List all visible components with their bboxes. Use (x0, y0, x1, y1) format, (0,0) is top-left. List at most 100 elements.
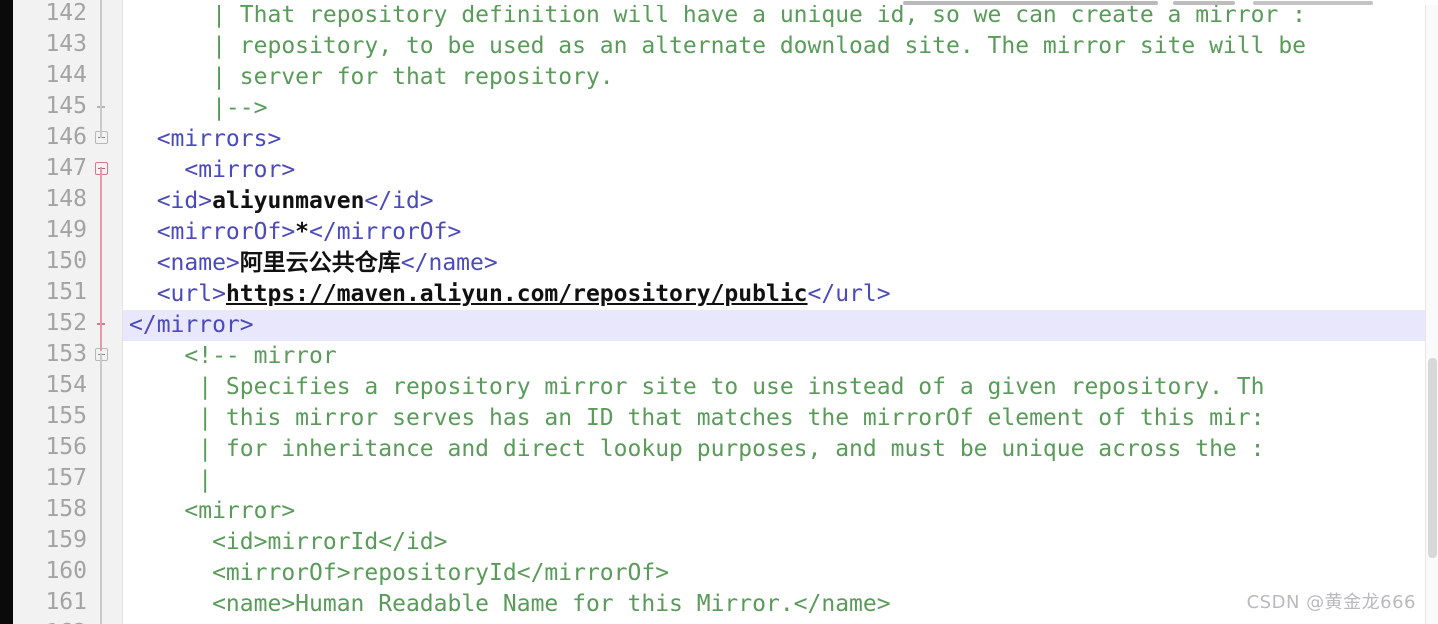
code-line-text[interactable]: | this mirror serves has an ID that matc… (123, 403, 1438, 434)
line-number: 145 (45, 93, 87, 119)
code-line-text[interactable]: | for inheritance and direct lookup purp… (123, 434, 1438, 465)
code-token-tag: <mirrorOf> (129, 219, 296, 245)
code-token-tag: <url> (129, 281, 226, 307)
code-folding-rail[interactable] (93, 0, 109, 624)
code-token-cmt: <mirror> (129, 498, 296, 524)
code-line-text[interactable]: |--> (123, 93, 1438, 124)
code-line[interactable]: <mirror> (123, 496, 1438, 527)
line-number: 150 (45, 248, 87, 274)
fold-region-guide (100, 353, 102, 624)
code-line[interactable]: <mirrorOf>*</mirrorOf> (123, 217, 1438, 248)
code-line[interactable]: | server for that repository. (123, 62, 1438, 93)
code-line[interactable]: <name>Human Readable Name for this Mirro… (123, 589, 1438, 620)
code-token-tag: <id> (129, 188, 213, 214)
code-token-cmt: <name>Human Readable Name for this Mirro… (129, 591, 891, 617)
code-line[interactable]: <url>https://maven.aliyun.com/repository… (123, 279, 1438, 310)
code-line[interactable]: | this mirror serves has an ID that matc… (123, 403, 1438, 434)
code-token-val: * (295, 219, 310, 245)
code-token-cmt: | this mirror serves has an ID that matc… (129, 405, 1265, 431)
code-line[interactable]: <mirrorOf>repositoryId</mirrorOf> (123, 558, 1438, 589)
code-token-cmt: | repository, to be used as an alternate… (129, 33, 1307, 59)
code-line-text[interactable]: <id>aliyunmaven</id> (123, 186, 1438, 217)
code-line-text[interactable]: <name>阿里云公共仓库</name> (123, 248, 1438, 279)
code-line-text[interactable]: <!-- mirror (123, 341, 1438, 372)
code-line-text[interactable]: <id>mirrorId</id> (123, 527, 1438, 558)
code-line[interactable]: | Specifies a repository mirror site to … (123, 372, 1438, 403)
code-line[interactable]: | for inheritance and direct lookup purp… (123, 434, 1438, 465)
line-number: 151 (45, 279, 87, 305)
line-number: 160 (45, 558, 87, 584)
line-number: 146 (45, 124, 87, 150)
fold-region-guide-active (100, 167, 102, 351)
code-line[interactable]: <!-- mirror (123, 341, 1438, 372)
line-number: 158 (45, 496, 87, 522)
code-line[interactable]: <id>mirrorId</id> (123, 527, 1438, 558)
line-number: 159 (45, 527, 87, 553)
line-number: 148 (45, 186, 87, 212)
code-line-text[interactable]: <name>Human Readable Name for this Mirro… (123, 589, 1438, 620)
code-line-text[interactable]: | (123, 465, 1438, 496)
horizontal-scrollbar[interactable] (123, 0, 1438, 5)
code-token-cmt: |--> (129, 95, 268, 121)
code-token-tag: </mirrorOf> (309, 219, 462, 245)
code-line-text[interactable]: | server for that repository. (123, 62, 1438, 93)
code-line-text[interactable]: | repository, to be used as an alternate… (123, 31, 1438, 62)
code-line-text[interactable]: <url>http://my.repository.com/repo/path<… (123, 620, 1438, 624)
horizontal-scrollbar-thumb[interactable] (903, 1, 1158, 5)
vertical-scrollbar[interactable] (1425, 0, 1438, 624)
code-line-text[interactable]: <mirrorOf>repositoryId</mirrorOf> (123, 558, 1438, 589)
code-token-cmt: | for inheritance and direct lookup purp… (129, 436, 1265, 462)
code-token-tag: </url> (807, 281, 891, 307)
editor-left-edge-strip (0, 0, 13, 624)
line-number: 156 (45, 434, 87, 460)
code-line[interactable]: <url>http://my.repository.com/repo/path<… (123, 620, 1438, 624)
line-number: 144 (45, 62, 87, 88)
line-number: 152 (45, 310, 87, 336)
code-line[interactable]: </mirror> (0, 310, 1438, 341)
code-line[interactable]: <mirror> (123, 155, 1438, 186)
horizontal-scrollbar-segment-2[interactable] (1173, 1, 1235, 5)
code-token-cmt: | Specifies a repository mirror site to … (129, 374, 1265, 400)
line-number: 142 (45, 0, 87, 26)
code-token-tag: <mirrors> (129, 126, 282, 152)
code-token-cjk: 阿里云公共仓库 (239, 250, 401, 276)
code-token-tag: </id> (364, 188, 434, 214)
csdn-watermark: CSDN @黄金龙666 (1246, 592, 1416, 613)
line-number: 162 (13, 618, 87, 624)
line-number: 161 (45, 589, 87, 615)
code-line-text[interactable]: </mirror> (123, 310, 1438, 341)
code-line[interactable]: | (123, 465, 1438, 496)
code-token-cmt: | (129, 467, 213, 493)
code-line-text[interactable]: <mirror> (123, 496, 1438, 527)
line-number: 155 (45, 403, 87, 429)
code-line[interactable]: |--> (123, 93, 1438, 124)
code-token-cmt: <mirrorOf>repositoryId</mirrorOf> (129, 560, 670, 586)
horizontal-scrollbar-segment-3[interactable] (1253, 1, 1373, 5)
fold-region-guide (100, 0, 102, 138)
vertical-scrollbar-thumb[interactable] (1428, 358, 1437, 558)
code-token-val: aliyunmaven (212, 188, 365, 214)
line-number: 153 (45, 341, 87, 367)
code-token-tag: <mirror> (129, 157, 296, 183)
code-line-text[interactable]: <url>https://maven.aliyun.com/repository… (123, 279, 1438, 310)
code-line-text[interactable]: <mirrors> (123, 124, 1438, 155)
code-token-tag: <name> (129, 250, 240, 276)
code-token-tag: </name> (400, 250, 498, 276)
code-token-cmt: <!-- mirror (129, 343, 337, 369)
code-editor[interactable]: | That repository definition will have a… (0, 0, 1438, 624)
code-token-tag: </mirror> (129, 312, 254, 338)
line-number: 143 (45, 31, 87, 57)
code-line[interactable]: <id>aliyunmaven</id> (123, 186, 1438, 217)
code-line[interactable]: <name>阿里云公共仓库</name> (123, 248, 1438, 279)
code-line-text[interactable]: <mirror> (123, 155, 1438, 186)
code-token-link: https://maven.aliyun.com/repository/publ… (225, 281, 808, 307)
line-number: 157 (45, 465, 87, 491)
code-line[interactable]: | repository, to be used as an alternate… (123, 31, 1438, 62)
line-number: 154 (45, 372, 87, 398)
code-text-area[interactable]: | That repository definition will have a… (0, 0, 1438, 624)
code-token-cmt: | That repository definition will have a… (129, 2, 1307, 28)
code-token-cmt: | server for that repository. (129, 64, 614, 90)
code-line-text[interactable]: <mirrorOf>*</mirrorOf> (123, 217, 1438, 248)
code-line-text[interactable]: | Specifies a repository mirror site to … (123, 372, 1438, 403)
code-line[interactable]: <mirrors> (123, 124, 1438, 155)
